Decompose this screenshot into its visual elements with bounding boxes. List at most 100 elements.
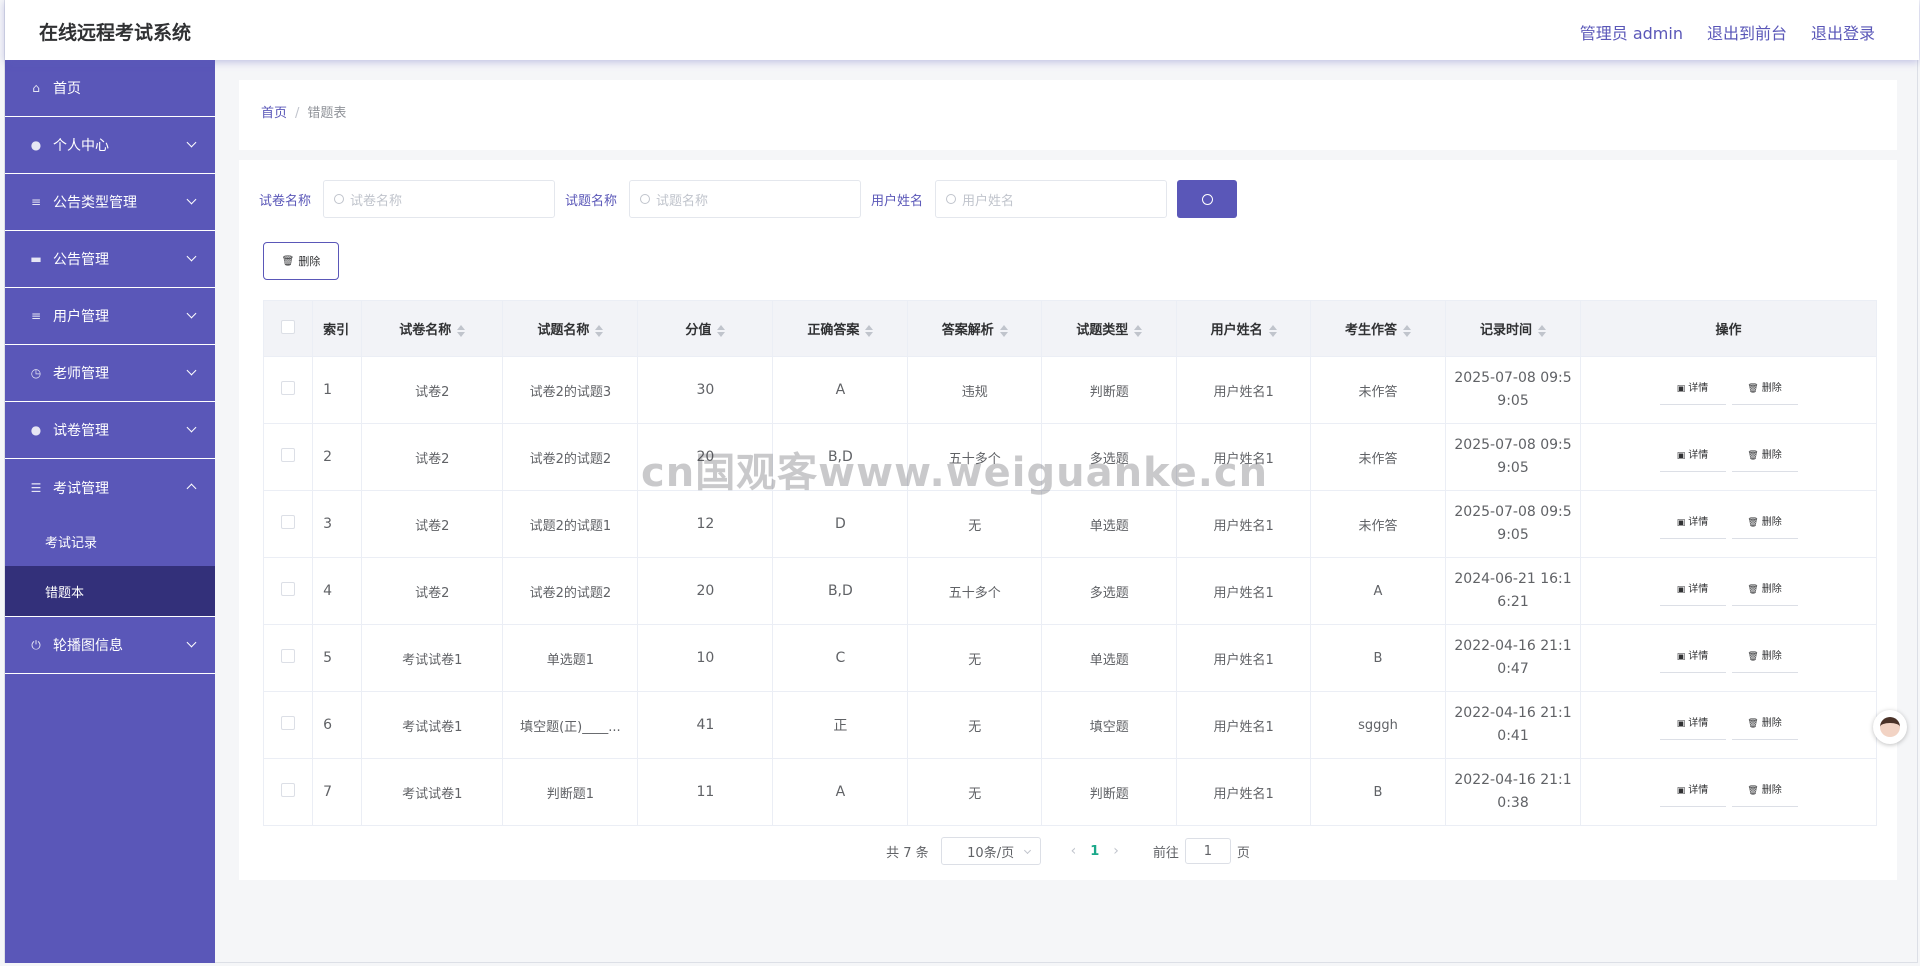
detail-button[interactable]: ▣ 详情 [1659, 509, 1726, 539]
cell-paper: 试卷2 [361, 490, 504, 558]
row-select-cell[interactable] [262, 490, 314, 558]
cell-paper: 试卷2 [361, 557, 504, 625]
sidebar-item-home[interactable]: ⌂ 首页 [5, 60, 215, 117]
sort-icon[interactable] [999, 324, 1008, 337]
col-question[interactable]: 试题名称 [502, 300, 639, 357]
sort-icon[interactable] [717, 324, 726, 337]
cell-type: 多选题 [1041, 557, 1178, 625]
sidebar-item-exams[interactable]: ☰ 考试管理 [5, 459, 215, 516]
row-select-cell[interactable] [262, 423, 314, 491]
goto-page-input[interactable]: 1 [1184, 838, 1231, 864]
breadcrumb-separator: / [295, 106, 300, 121]
col-analysis[interactable]: 答案解析 [907, 300, 1043, 357]
row-checkbox[interactable] [281, 582, 296, 596]
wrong-questions-table: 索引 试卷名称 试题名称 分值 正确答案 答案解析 试题类型 用户姓名 考生作答… [262, 300, 1877, 826]
detail-button[interactable]: ▣ 详情 [1659, 777, 1726, 807]
user-name-label: 用户姓名 [871, 193, 924, 209]
delete-button[interactable]: 🗑 删除 [1731, 710, 1798, 740]
select-all-checkbox[interactable] [281, 319, 296, 334]
col-analysis-label: 答案解析 [941, 323, 994, 338]
page-size-select[interactable]: 10条/页 [940, 837, 1041, 865]
sidebar-sub-wrong-book[interactable]: 错题本 [5, 566, 215, 616]
row-checkbox[interactable] [281, 381, 296, 395]
detail-icon: ▣ [1676, 786, 1686, 796]
paper-name-input[interactable]: 试卷名称 [323, 180, 556, 218]
cell-time-line2: 6:21 [1497, 594, 1529, 610]
app-title: 在线远程考试系统 [39, 22, 192, 44]
row-checkbox[interactable] [281, 716, 296, 730]
avatar-face-icon [1880, 717, 1900, 737]
sort-icon[interactable] [457, 324, 466, 337]
cell-score: 12 [637, 490, 774, 558]
row-checkbox[interactable] [281, 515, 296, 529]
breadcrumb-home[interactable]: 首页 [261, 106, 287, 121]
sidebar-item-personal[interactable]: ● 个人中心 [5, 117, 215, 174]
delete-button[interactable]: 🗑 删除 [1731, 643, 1798, 673]
delete-button[interactable]: 🗑 删除 [1731, 442, 1798, 472]
delete-button[interactable]: 🗑 删除 [1731, 509, 1798, 539]
delete-button[interactable]: 🗑 删除 [1731, 777, 1798, 807]
row-select-cell[interactable] [262, 624, 314, 692]
row-select-cell[interactable] [262, 691, 314, 759]
col-time[interactable]: 记录时间 [1445, 300, 1582, 357]
table-row: 3 试卷2 试题2的试题1 12 D 无单选题 用户姓名1 未作答 2025-07-08 09:… [262, 490, 1877, 558]
sidebar-item-users[interactable]: ≡ 用户管理 [5, 288, 215, 345]
row-checkbox[interactable] [281, 783, 296, 797]
detail-button[interactable]: ▣ 详情 [1659, 710, 1726, 740]
search-button[interactable] [1177, 180, 1238, 218]
col-reply[interactable]: 考生作答 [1309, 300, 1447, 357]
sidebar-item-notice[interactable]: ▬ 公告管理 [5, 231, 215, 288]
select-all-cell[interactable] [262, 300, 314, 357]
row-select-cell[interactable] [262, 356, 314, 424]
question-name-input[interactable]: 试题名称 [629, 180, 862, 218]
user-name-input[interactable]: 用户姓名 [935, 180, 1168, 218]
cell-paper: 试卷2 [361, 423, 504, 491]
sidebar-item-teachers[interactable]: ◷ 老师管理 [5, 345, 215, 402]
delete-button[interactable]: 🗑 删除 [1731, 375, 1798, 405]
sidebar-item-papers[interactable]: ● 试卷管理 [5, 402, 215, 459]
cell-answer: C [772, 624, 909, 692]
row-checkbox[interactable] [281, 649, 296, 663]
sort-icon[interactable] [865, 324, 874, 337]
row-select-cell[interactable] [262, 758, 314, 826]
row-select-cell[interactable] [262, 557, 314, 625]
sort-icon[interactable] [595, 324, 604, 337]
delete-button[interactable]: 🗑 删除 [1731, 576, 1798, 606]
detail-button[interactable]: ▣ 详情 [1659, 576, 1726, 606]
sort-icon[interactable] [1538, 324, 1547, 337]
trash-icon: 🗑 [1747, 518, 1759, 528]
col-time-label: 记录时间 [1480, 323, 1533, 338]
admin-link[interactable]: 管理员 admin [1580, 20, 1683, 44]
row-checkbox[interactable] [281, 448, 296, 462]
detail-button[interactable]: ▣ 详情 [1659, 643, 1726, 673]
sidebar-item-label: 老师管理 [53, 366, 109, 382]
search-icon [334, 194, 345, 204]
sidebar-sub-exam-records[interactable]: 考试记录 [5, 516, 215, 566]
detail-label: 详情 [1688, 584, 1709, 595]
col-answer[interactable]: 正确答案 [772, 300, 909, 357]
page-number-1[interactable]: 1 [1090, 844, 1099, 859]
detail-label: 详情 [1688, 450, 1709, 461]
col-score[interactable]: 分值 [637, 300, 774, 357]
cell-actions: ▣ 详情 🗑 删除 [1580, 624, 1877, 692]
assistant-avatar[interactable] [1873, 710, 1907, 744]
next-page-button[interactable]: › [1113, 843, 1119, 859]
logout-link[interactable]: 退出登录 [1811, 20, 1875, 44]
table-row: 6 考试试卷1 填空题(正)____... 41 正无填空题 用户姓名1 sgggh 2022… [262, 691, 1877, 759]
batch-delete-button[interactable]: 🗑 删除 [263, 242, 339, 280]
col-type[interactable]: 试题类型 [1041, 300, 1178, 357]
sidebar-item-notice-type[interactable]: ≡ 公告类型管理 [5, 174, 215, 231]
detail-button[interactable]: ▣ 详情 [1659, 375, 1726, 405]
front-link[interactable]: 退出到前台 [1707, 20, 1787, 44]
col-paper[interactable]: 试卷名称 [361, 300, 504, 357]
detail-button[interactable]: ▣ 详情 [1659, 442, 1726, 472]
cell-analysis: 无 [907, 758, 1043, 826]
sort-icon[interactable] [1268, 324, 1277, 337]
sidebar-item-carousel[interactable]: ⏻ 轮播图信息 [5, 617, 215, 674]
cell-time-line1: 2022-04-16 21:1 [1454, 638, 1572, 654]
col-user[interactable]: 用户姓名 [1176, 300, 1311, 357]
prev-page-button[interactable]: ‹ [1071, 843, 1077, 859]
cell-user: 用户姓名1 [1176, 356, 1311, 424]
sort-icon[interactable] [1134, 324, 1143, 337]
sort-icon[interactable] [1403, 324, 1412, 337]
